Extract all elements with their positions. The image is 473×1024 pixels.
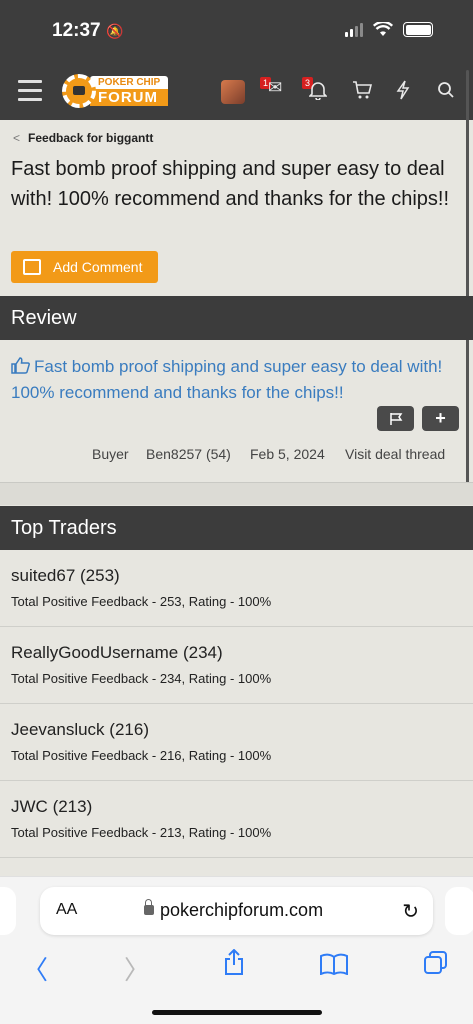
bookmarks-icon[interactable]: [320, 953, 348, 975]
trader-stats: Total Positive Feedback - 213, Rating - …: [11, 825, 272, 840]
forward-icon[interactable]: 〉: [124, 950, 150, 987]
reviewer-link[interactable]: Ben8257 (54): [146, 446, 231, 462]
trader-stats: Total Positive Feedback - 253, Rating - …: [11, 594, 272, 609]
visit-deal-thread-link[interactable]: Visit deal thread: [345, 446, 445, 462]
next-tab[interactable]: [445, 887, 473, 935]
trader-stats: Total Positive Feedback - 234, Rating - …: [11, 671, 272, 686]
review-text: Fast bomb proof shipping and super easy …: [11, 357, 443, 402]
trader-stats: Total Positive Feedback - 216, Rating - …: [11, 748, 272, 763]
review-date: Feb 5, 2024: [250, 446, 325, 462]
top-traders-header: Top Traders: [0, 506, 473, 550]
trader-item[interactable]: ReallyGoodUsername (234) Total Positive …: [0, 627, 473, 704]
trader-count: (216): [109, 720, 149, 739]
trader-name[interactable]: ReallyGoodUsername: [11, 643, 178, 662]
silent-bell-icon: 🔕: [106, 23, 124, 39]
tabs-icon[interactable]: [424, 951, 448, 975]
site-logo[interactable]: POKER CHIP FORUM: [62, 74, 169, 108]
trader-name[interactable]: Jeevansluck: [11, 720, 105, 739]
page-title: Fast bomb proof shipping and super easy …: [11, 158, 450, 210]
back-icon[interactable]: 〈: [22, 950, 48, 987]
trader-count: (213): [52, 797, 93, 816]
flag-icon: [389, 412, 402, 425]
status-indicators: [345, 22, 433, 37]
lock-icon: [144, 899, 154, 915]
bell-icon[interactable]: [309, 80, 327, 100]
chevron-left-icon: <: [13, 131, 21, 145]
scrollbar[interactable]: [466, 70, 469, 490]
add-comment-label: Add Comment: [53, 259, 143, 275]
home-indicator: [152, 1010, 322, 1015]
breadcrumb[interactable]: < Feedback for biggantt: [13, 131, 153, 145]
reload-icon[interactable]: ↻: [402, 899, 419, 924]
lightning-icon[interactable]: [396, 80, 410, 100]
breadcrumb-label: Feedback for biggantt: [28, 131, 154, 145]
section-gap: [0, 483, 473, 505]
wifi-icon: [373, 22, 393, 36]
browser-toolbar: AA pokerchipforum.com ↻ 〈 〉: [0, 876, 473, 1024]
reader-options-button[interactable]: AA: [56, 901, 77, 919]
plus-icon: +: [435, 408, 446, 428]
trader-name[interactable]: suited67: [11, 566, 75, 585]
signal-icon: [345, 22, 363, 37]
trader-item[interactable]: suited67 (253) Total Positive Feedback -…: [0, 550, 473, 627]
envelope-icon[interactable]: ✉: [268, 78, 282, 98]
share-icon[interactable]: [223, 949, 245, 975]
cart-icon[interactable]: [352, 81, 372, 99]
thumbs-up-icon: [11, 357, 30, 374]
app-header: 12:37 🔕 POKER CHIP FORUM 1 ✉ 3: [0, 0, 473, 120]
review-header: Review: [0, 296, 473, 340]
edit-icon: [23, 259, 41, 275]
menu-icon[interactable]: [18, 80, 42, 107]
trader-item[interactable]: Jeevansluck (216) Total Positive Feedbac…: [0, 704, 473, 781]
add-comment-button[interactable]: Add Comment: [11, 251, 158, 283]
review-role: Buyer: [92, 446, 129, 462]
trader-count: (234): [182, 643, 223, 662]
status-time: 12:37: [52, 20, 101, 41]
previous-tab[interactable]: [0, 887, 16, 935]
add-button[interactable]: +: [422, 406, 459, 431]
logo-top-text: POKER CHIP: [90, 76, 169, 89]
user-avatar[interactable]: [221, 80, 245, 104]
review-link[interactable]: Fast bomb proof shipping and super easy …: [11, 354, 466, 406]
trader-count: (253): [80, 566, 120, 585]
search-icon[interactable]: [437, 81, 455, 99]
trader-name[interactable]: JWC: [11, 797, 48, 816]
url-text[interactable]: pokerchipforum.com: [160, 900, 323, 921]
trader-item[interactable]: JWC (213) Total Positive Feedback - 213,…: [0, 781, 473, 858]
battery-icon: [403, 22, 433, 37]
address-bar[interactable]: AA pokerchipforum.com ↻: [40, 887, 433, 935]
logo-bottom-text: FORUM: [90, 89, 169, 106]
report-flag-button[interactable]: [377, 406, 414, 431]
